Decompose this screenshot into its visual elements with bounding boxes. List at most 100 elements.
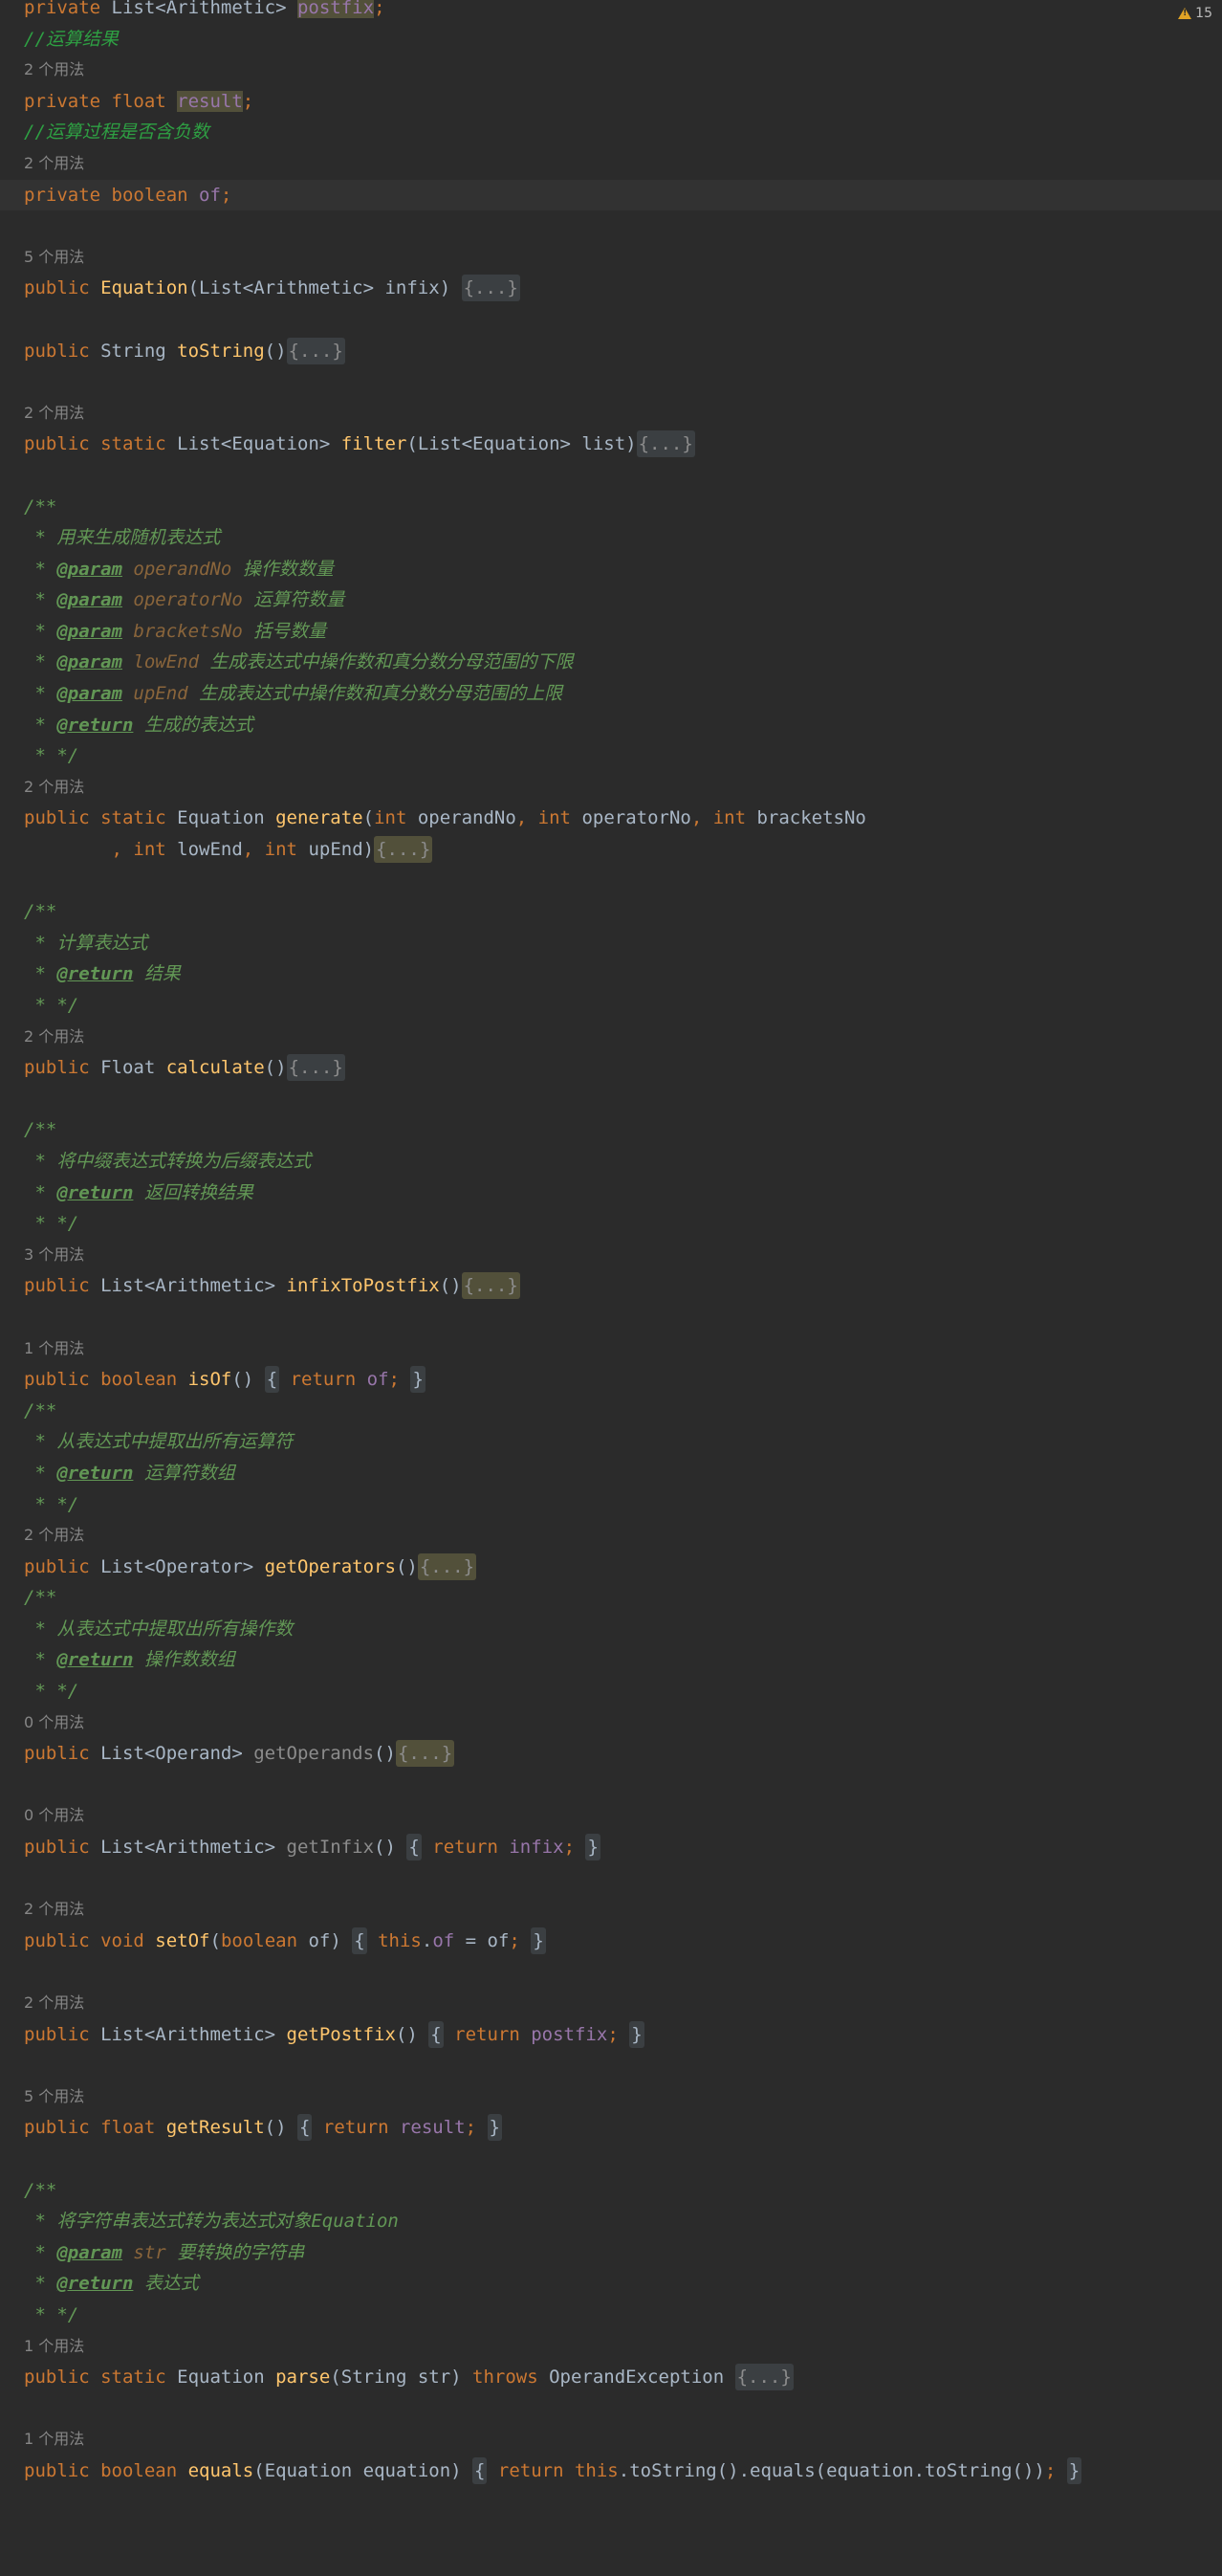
code-line[interactable]: * */ xyxy=(0,1676,1222,1707)
usages-hint-text[interactable]: 2 个用法 xyxy=(24,1900,84,1918)
code-line[interactable]: public float getResult() { return result… xyxy=(0,2112,1222,2144)
code-line[interactable]: * @param operatorNo 运算符数量 xyxy=(0,584,1222,616)
usages-hint-text[interactable]: 2 个用法 xyxy=(24,404,84,422)
code-line[interactable]: * @param upEnd 生成表达式中操作数和真分数分母范围的上限 xyxy=(0,678,1222,710)
folded-brace[interactable]: { xyxy=(264,1366,280,1394)
code-line[interactable]: * 计算表达式 xyxy=(0,928,1222,959)
usages-hint[interactable]: 2 个用法 xyxy=(0,772,1222,804)
code-line[interactable]: * @return 生成的表达式 xyxy=(0,710,1222,741)
usages-hint-text[interactable]: 1 个用法 xyxy=(24,2430,84,2448)
code-line[interactable]: public Float calculate() {...} xyxy=(0,1052,1222,1084)
folded-code-block[interactable]: {...} xyxy=(734,2364,794,2391)
code-line[interactable]: public List<Operand> getOperands() {...} xyxy=(0,1738,1222,1770)
folded-code-block[interactable]: {...} xyxy=(636,430,695,458)
code-line[interactable]: private List<Arithmetic> postfix; xyxy=(0,0,1222,24)
usages-hint[interactable]: 2 个用法 xyxy=(0,1520,1222,1552)
usages-hint-text[interactable]: 3 个用法 xyxy=(24,1245,84,1264)
usages-hint[interactable]: 3 个用法 xyxy=(0,1240,1222,1271)
usages-hint[interactable]: 2 个用法 xyxy=(0,1022,1222,1053)
code-line[interactable]: public void setOf(boolean of) { this.of … xyxy=(0,1926,1222,1957)
usages-hint-text[interactable]: 2 个用法 xyxy=(24,1027,84,1046)
usages-hint[interactable]: 2 个用法 xyxy=(0,1894,1222,1926)
usages-hint-text[interactable]: 2 个用法 xyxy=(24,154,84,172)
code-line[interactable]: /** xyxy=(0,492,1222,523)
usages-hint-text[interactable]: 5 个用法 xyxy=(24,248,84,266)
code-line[interactable]: * */ xyxy=(0,1489,1222,1521)
usages-hint[interactable]: 2 个用法 xyxy=(0,1988,1222,2019)
code-line[interactable]: * 将字符串表达式转为表达式对象Equation xyxy=(0,2206,1222,2237)
code-line[interactable]: public boolean equals(Equation equation)… xyxy=(0,2455,1222,2487)
folded-brace[interactable]: } xyxy=(629,2020,644,2048)
folded-brace[interactable]: } xyxy=(531,1926,546,1954)
code-line[interactable]: //运算过程是否含负数 xyxy=(0,117,1222,148)
code-line[interactable]: /** xyxy=(0,1114,1222,1146)
code-line[interactable]: public static Equation parse(String str)… xyxy=(0,2362,1222,2393)
folded-code-block[interactable]: {...} xyxy=(374,836,433,864)
code-line[interactable]: * */ xyxy=(0,990,1222,1022)
code-line[interactable]: public static List<Equation> filter(List… xyxy=(0,429,1222,460)
usages-hint[interactable]: 2 个用法 xyxy=(0,55,1222,86)
usages-hint-text[interactable]: 2 个用法 xyxy=(24,60,84,78)
code-line[interactable]: * @return 运算符数组 xyxy=(0,1458,1222,1489)
folded-code-block[interactable]: {...} xyxy=(286,1054,345,1082)
usages-hint-text[interactable]: 1 个用法 xyxy=(24,1339,84,1357)
code-line[interactable]: public List<Arithmetic> getPostfix() { r… xyxy=(0,2019,1222,2051)
code-line[interactable]: private boolean of; xyxy=(0,179,1222,211)
code-line[interactable]: public String toString() {...} xyxy=(0,336,1222,367)
code-line[interactable]: * @return 操作数数组 xyxy=(0,1644,1222,1676)
folded-brace[interactable]: { xyxy=(472,2456,488,2484)
code-line[interactable]: //运算结果 xyxy=(0,24,1222,55)
folded-brace[interactable]: } xyxy=(1066,2456,1082,2484)
code-line[interactable]: public boolean isOf() { return of; } xyxy=(0,1364,1222,1396)
code-line[interactable]: * */ xyxy=(0,1208,1222,1240)
folded-code-block[interactable]: {...} xyxy=(461,1272,520,1300)
folded-brace[interactable]: } xyxy=(410,1366,426,1394)
code-line[interactable]: /** xyxy=(0,896,1222,928)
folded-brace[interactable]: { xyxy=(406,1834,422,1861)
folded-brace[interactable]: } xyxy=(585,1834,600,1861)
code-line[interactable]: * @param str 要转换的字符串 xyxy=(0,2237,1222,2269)
code-line[interactable]: * 从表达式中提取出所有运算符 xyxy=(0,1426,1222,1458)
code-line[interactable]: * */ xyxy=(0,740,1222,772)
usages-hint-text[interactable]: 2 个用法 xyxy=(24,1526,84,1544)
code-line[interactable]: /** xyxy=(0,2175,1222,2207)
folded-code-block[interactable]: {...} xyxy=(286,337,345,364)
usages-hint[interactable]: 1 个用法 xyxy=(0,2424,1222,2455)
folded-brace[interactable]: { xyxy=(297,2114,313,2142)
usages-hint[interactable]: 2 个用法 xyxy=(0,148,1222,180)
code-line[interactable]: * @return 返回转换结果 xyxy=(0,1178,1222,1209)
usages-hint[interactable]: 1 个用法 xyxy=(0,2331,1222,2363)
usages-hint[interactable]: 5 个用法 xyxy=(0,2081,1222,2113)
usages-hint-text[interactable]: 2 个用法 xyxy=(24,778,84,796)
usages-hint[interactable]: 1 个用法 xyxy=(0,1333,1222,1365)
code-line[interactable]: /** xyxy=(0,1582,1222,1614)
code-line[interactable]: * */ xyxy=(0,2300,1222,2331)
usages-hint[interactable]: 2 个用法 xyxy=(0,398,1222,429)
code-line[interactable]: * @return 表达式 xyxy=(0,2268,1222,2300)
folded-code-block[interactable]: {...} xyxy=(395,1740,455,1768)
usages-hint-text[interactable]: 1 个用法 xyxy=(24,2337,84,2355)
code-line[interactable]: * @param bracketsNo 括号数量 xyxy=(0,616,1222,648)
folded-code-block[interactable]: {...} xyxy=(417,1552,477,1580)
usages-hint[interactable]: 0 个用法 xyxy=(0,1800,1222,1832)
usages-hint[interactable]: 5 个用法 xyxy=(0,242,1222,274)
code-line[interactable]: public static Equation generate(int oper… xyxy=(0,803,1222,834)
code-line[interactable]: * 将中缀表达式转换为后缀表达式 xyxy=(0,1146,1222,1178)
usages-hint-text[interactable]: 0 个用法 xyxy=(24,1713,84,1731)
code-line[interactable]: * @return 结果 xyxy=(0,958,1222,990)
folded-brace[interactable]: { xyxy=(352,1926,367,1954)
code-line[interactable]: public List<Arithmetic> infixToPostfix()… xyxy=(0,1270,1222,1302)
code-line[interactable]: * @param operandNo 操作数数量 xyxy=(0,554,1222,585)
usages-hint-text[interactable]: 5 个用法 xyxy=(24,2087,84,2105)
usages-hint-text[interactable]: 0 个用法 xyxy=(24,1806,84,1824)
code-line[interactable]: public List<Operator> getOperators() {...… xyxy=(0,1552,1222,1583)
code-editor[interactable]: private List<Arithmetic> postfix; //运算结果 2… xyxy=(0,0,1222,2487)
usages-hint[interactable]: 0 个用法 xyxy=(0,1707,1222,1739)
code-line[interactable]: * 从表达式中提取出所有操作数 xyxy=(0,1614,1222,1645)
code-line[interactable]: * 用来生成随机表达式 xyxy=(0,522,1222,554)
code-line[interactable]: public Equation(List<Arithmetic> infix) … xyxy=(0,273,1222,304)
usages-hint-text[interactable]: 2 个用法 xyxy=(24,1993,84,2012)
code-line[interactable]: * @param lowEnd 生成表达式中操作数和真分数分母范围的下限 xyxy=(0,647,1222,678)
code-line[interactable]: public List<Arithmetic> getInfix() { ret… xyxy=(0,1832,1222,1863)
code-line[interactable]: , int lowEnd, int upEnd) {...} xyxy=(0,834,1222,866)
